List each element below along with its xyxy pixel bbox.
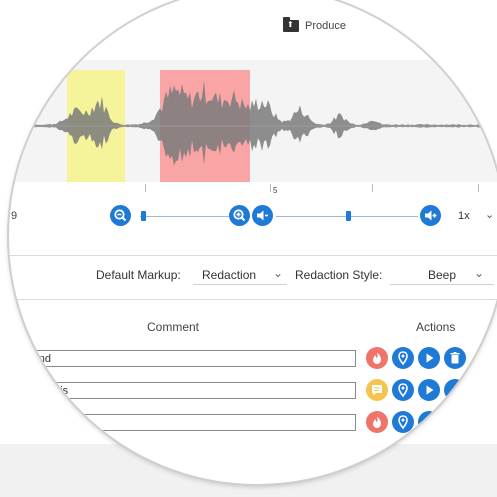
speech-bubble-icon xyxy=(372,385,382,396)
zoom-out-button[interactable] xyxy=(110,205,131,226)
playback-speed-select[interactable]: 1x xyxy=(458,210,470,222)
locate-button[interactable] xyxy=(392,411,414,433)
produce-button[interactable]: Produce xyxy=(283,17,346,32)
redaction-marker-button[interactable] xyxy=(366,347,388,369)
chevron-down-icon: ⌄ xyxy=(273,266,284,280)
location-pin-icon xyxy=(398,415,408,430)
zoom-in-button[interactable] xyxy=(229,205,250,226)
default-markup-value: Redaction xyxy=(202,268,257,282)
timeline-ruler: 5 xyxy=(9,182,497,198)
volume-up-button[interactable] xyxy=(420,205,441,226)
folder-upload-icon xyxy=(283,17,299,32)
redaction-style-value: Beep xyxy=(428,268,457,282)
chevron-down-icon[interactable]: ⌄ xyxy=(485,208,494,221)
produce-label: Produce xyxy=(305,20,346,32)
location-pin-icon xyxy=(398,351,408,366)
zoom-in-icon xyxy=(233,209,246,222)
top-bar: Produce xyxy=(9,0,497,60)
comment-field[interactable]: PII found xyxy=(9,350,356,367)
chevron-down-icon: ⌄ xyxy=(474,266,485,280)
volume-slider-thumb[interactable] xyxy=(346,211,351,221)
redaction-style-select[interactable]: Beep ⌄ xyxy=(390,266,494,285)
location-pin-icon xyxy=(398,383,408,398)
play-icon xyxy=(426,353,434,363)
flame-icon xyxy=(373,352,381,364)
table-row: al xyxy=(9,411,497,435)
play-button[interactable] xyxy=(418,411,440,433)
locate-button[interactable] xyxy=(392,347,414,369)
zoom-out-icon xyxy=(114,209,127,222)
audio-waveform xyxy=(9,80,497,166)
locate-button[interactable] xyxy=(392,379,414,401)
comment-column-header: Comment xyxy=(147,320,200,334)
delete-button[interactable] xyxy=(444,379,466,401)
volume-down-icon xyxy=(257,210,268,221)
default-markup-label: Default Markup: xyxy=(96,268,181,282)
volume-up-icon xyxy=(425,210,437,221)
time-readout: 9 xyxy=(11,210,18,222)
volume-down-button[interactable] xyxy=(252,205,273,226)
play-button[interactable] xyxy=(418,347,440,369)
play-icon xyxy=(426,385,434,395)
default-markup-select[interactable]: Redaction ⌄ xyxy=(193,266,287,285)
divider xyxy=(9,299,497,300)
delete-button[interactable] xyxy=(444,347,466,369)
magnifier-lens: Produce 5 9 xyxy=(9,0,497,484)
markers-table-header: Comment Actions xyxy=(9,318,497,338)
zoom-slider-thumb[interactable] xyxy=(141,211,146,221)
actions-column-header: Actions xyxy=(416,320,456,334)
table-row: PII found xyxy=(9,347,497,371)
zoomed-content: Produce 5 9 xyxy=(9,0,497,484)
comment-field[interactable]: e review this xyxy=(9,382,356,399)
comment-field[interactable]: al xyxy=(9,414,356,431)
play-button[interactable] xyxy=(418,379,440,401)
trash-icon xyxy=(450,352,460,364)
timeline-tick-label: 5 xyxy=(273,186,278,195)
divider xyxy=(9,255,497,256)
redaction-marker-button[interactable] xyxy=(366,411,388,433)
player-controls: 9 1x ⌄ xyxy=(9,198,497,234)
flame-icon xyxy=(373,416,381,428)
redaction-style-label: Redaction Style: xyxy=(295,268,383,282)
comment-marker-button[interactable] xyxy=(366,379,388,401)
markup-settings: Default Markup: Redaction ⌄ Redaction St… xyxy=(9,262,497,288)
zoom-slider-track[interactable] xyxy=(140,216,229,217)
table-row: e review this xyxy=(9,379,497,403)
